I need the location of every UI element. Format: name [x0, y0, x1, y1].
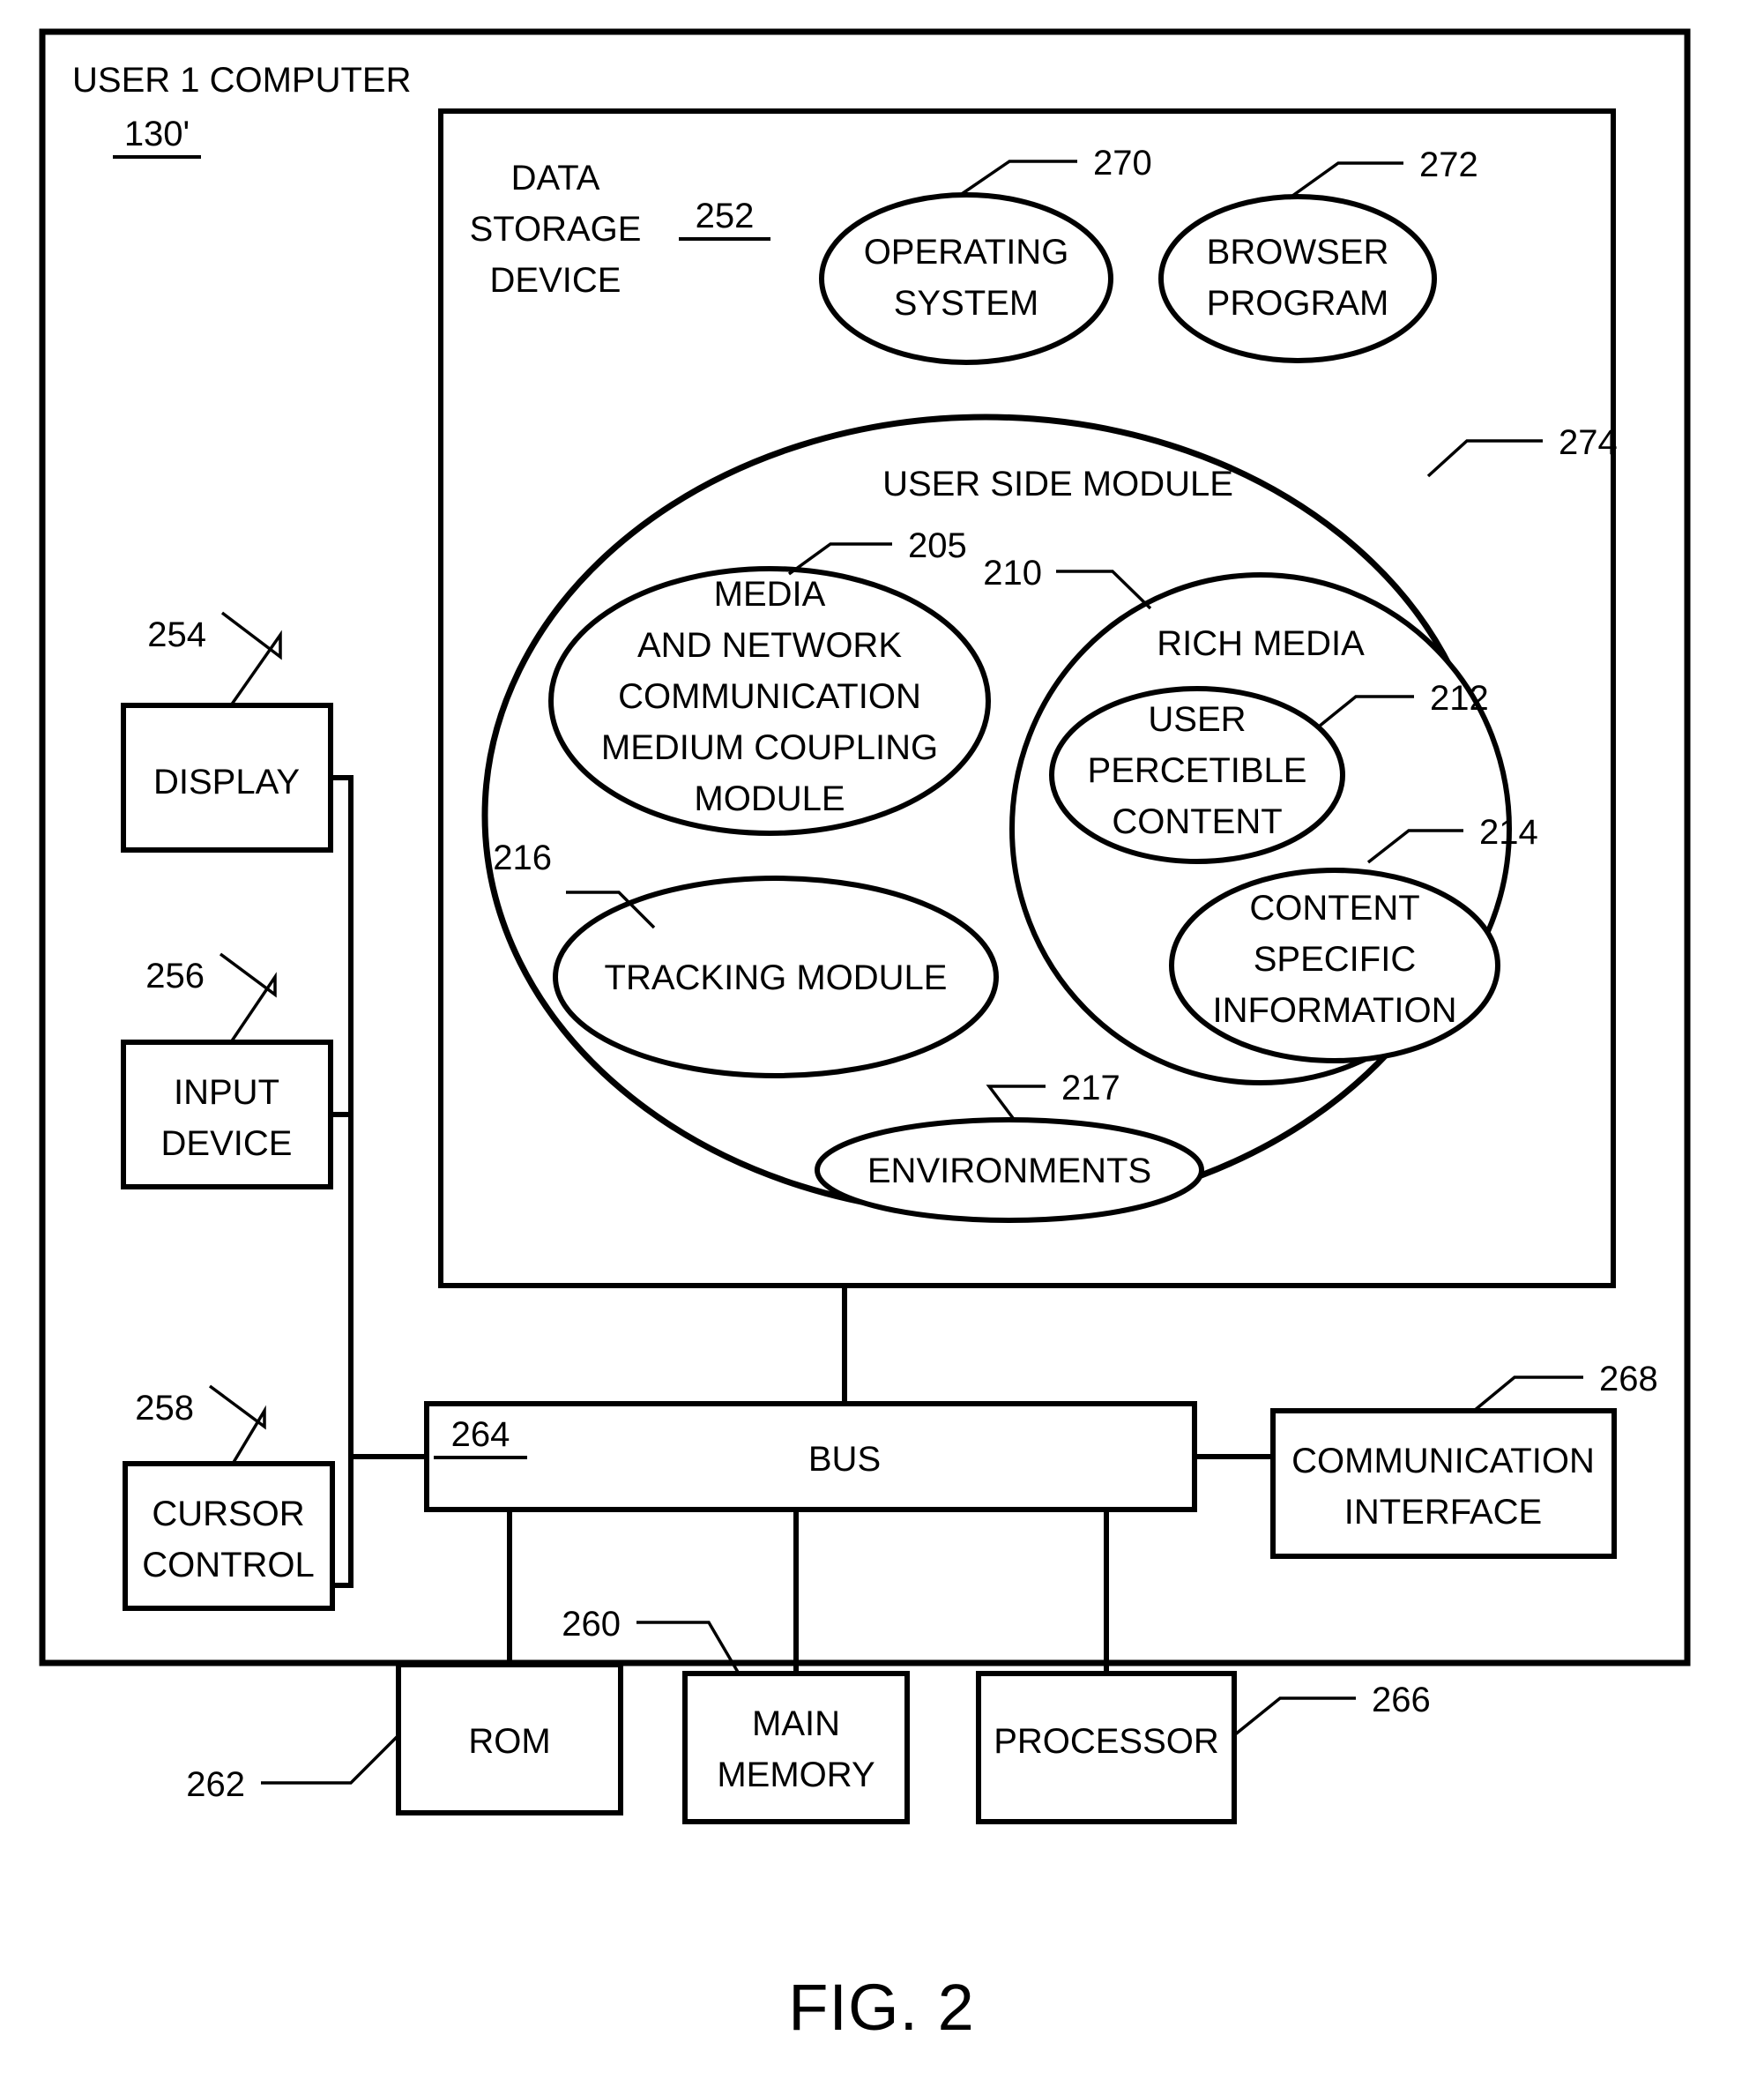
communication-interface-box: [1270, 1408, 1617, 1559]
communication-interface-label-line1: COMMUNICATION: [1291, 1442, 1595, 1480]
input-device-label-line2: DEVICE: [161, 1124, 293, 1163]
input-device-label-line1: INPUT: [174, 1073, 279, 1112]
tracking-module-label: TRACKING MODULE: [605, 958, 948, 997]
environments-ref: 217: [1061, 1069, 1120, 1107]
operating-system-label-line1: OPERATING: [864, 233, 1069, 272]
content-specific-label-line3: INFORMATION: [1212, 991, 1456, 1030]
main-memory-ref: 260: [562, 1605, 621, 1644]
cursor-control-box: [123, 1461, 335, 1611]
rich-media-label: RICH MEDIA: [1157, 624, 1365, 663]
rich-media-ref: 210: [983, 554, 1042, 593]
user-computer-title: USER 1 COMPUTER: [72, 61, 412, 100]
content-specific-label-line2: SPECIFIC: [1254, 940, 1416, 979]
browser-program-ref: 272: [1419, 145, 1478, 184]
environments-label: ENVIRONMENTS: [867, 1152, 1151, 1190]
rom-label: ROM: [468, 1722, 550, 1761]
tracking-module-ref: 216: [493, 839, 552, 877]
media-network-label-line4: MEDIUM COUPLING: [601, 728, 938, 767]
user-side-module-ref: 274: [1559, 423, 1618, 462]
processor-label: PROCESSOR: [994, 1722, 1219, 1761]
figure-2-diagram: USER 1 COMPUTER 130' DATA STORAGE DEVICE…: [39, 28, 1691, 2044]
rom-ref: 262: [186, 1765, 245, 1804]
figure-caption: FIG. 2: [788, 1971, 975, 2044]
rom-leader: [261, 1733, 400, 1785]
browser-program-oval: [1158, 194, 1437, 363]
patent-figure: USER 1 COMPUTER 130' DATA STORAGE DEVICE…: [0, 0, 1764, 2095]
media-network-ref: 205: [908, 526, 967, 565]
media-network-label-line1: MEDIA: [714, 575, 826, 614]
cursor-control-label-line2: CONTROL: [142, 1546, 315, 1584]
display-label: DISPLAY: [153, 763, 300, 801]
connector-cursor-to-bus: [332, 1457, 354, 1588]
data-storage-title-line2: STORAGE: [470, 210, 642, 249]
cursor-control-label-line1: CURSOR: [152, 1495, 304, 1533]
display-ref: 254: [147, 615, 206, 654]
data-storage-title-line3: DEVICE: [490, 261, 621, 300]
operating-system-ref: 270: [1093, 144, 1152, 183]
operating-system-label-line2: SYSTEM: [894, 284, 1038, 323]
cursor-control-leader: [208, 1384, 266, 1465]
operating-system-leader: [958, 160, 1077, 198]
communication-interface-leader: [1472, 1376, 1583, 1413]
processor-ref: 266: [1372, 1681, 1431, 1719]
processor-leader: [1232, 1696, 1356, 1737]
media-network-label-line2: AND NETWORK: [637, 626, 902, 665]
input-device-leader: [219, 952, 277, 1043]
content-specific-label-line1: CONTENT: [1249, 889, 1419, 928]
user-side-module-label: USER SIDE MODULE: [882, 465, 1233, 503]
input-device-ref: 256: [145, 957, 205, 995]
main-memory-label-line2: MEMORY: [717, 1756, 875, 1794]
data-storage-ref: 252: [696, 197, 755, 235]
media-network-label-line5: MODULE: [694, 779, 845, 818]
cursor-control-ref: 258: [135, 1389, 194, 1428]
display-leader: [220, 611, 282, 707]
media-network-label-line3: COMMUNICATION: [618, 677, 921, 716]
data-storage-title-line1: DATA: [511, 159, 600, 198]
browser-program-label-line2: PROGRAM: [1207, 284, 1389, 323]
communication-interface-label-line2: INTERFACE: [1344, 1493, 1542, 1532]
operating-system-oval: [819, 192, 1113, 365]
bus-label: BUS: [808, 1440, 881, 1479]
user-perceptible-label-line1: USER: [1148, 700, 1246, 739]
main-memory-box: [682, 1671, 910, 1824]
user-computer-ref: 130': [124, 115, 190, 153]
browser-program-leader: [1287, 161, 1403, 200]
input-device-box: [121, 1040, 333, 1189]
user-perceptible-ref: 212: [1430, 679, 1489, 718]
main-memory-label-line1: MAIN: [752, 1704, 840, 1743]
user-perceptible-label-line3: CONTENT: [1112, 802, 1282, 841]
content-specific-ref: 214: [1479, 813, 1538, 852]
user-perceptible-label-line2: PERCETIBLE: [1088, 751, 1307, 790]
user-side-module-leader: [1426, 439, 1543, 478]
bus-ref: 264: [451, 1415, 510, 1454]
browser-program-label-line1: BROWSER: [1207, 233, 1389, 272]
communication-interface-ref: 268: [1599, 1360, 1658, 1398]
